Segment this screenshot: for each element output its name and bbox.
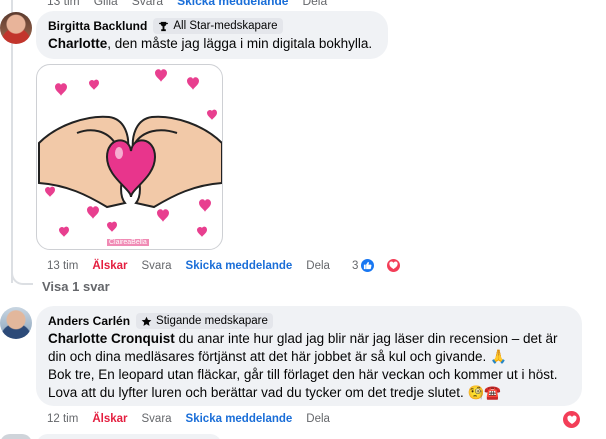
- small-heart: [87, 206, 99, 219]
- previous-reply-link[interactable]: Svara: [132, 0, 163, 8]
- reply-link[interactable]: Svara: [142, 260, 172, 272]
- badge-label: Stigande medskapare: [156, 315, 268, 327]
- comment-body: , den måste jag lägga i min digitala bok…: [107, 36, 373, 51]
- previous-like-link[interactable]: Gilla: [94, 0, 118, 8]
- small-heart: [45, 186, 55, 197]
- comment-text: Charlotte Cronquist du anar inte hur gla…: [48, 330, 570, 402]
- previous-comment-actions: 13 tim Gilla Svara Skicka meddelande Del…: [47, 0, 327, 8]
- comment-actions: 13 tim Älskar Svara Skicka meddelande De…: [47, 258, 429, 273]
- send-message-link[interactable]: Skicka meddelande: [186, 413, 293, 425]
- show-replies-link[interactable]: Visa 1 svar: [42, 279, 110, 294]
- comment-sticker-image[interactable]: ClaireaBella: [36, 64, 223, 250]
- comment-text: Charlotte, den måste jag lägga i min dig…: [48, 35, 376, 53]
- contributor-badge[interactable]: Stigande medskapare: [136, 313, 273, 329]
- previous-share-link[interactable]: Skicka meddelande: [177, 0, 288, 8]
- mention-link[interactable]: Charlotte Cronquist: [48, 331, 175, 346]
- reply-link[interactable]: Svara: [142, 413, 172, 425]
- trophy-icon: [159, 21, 169, 31]
- love-reaction-icon[interactable]: [563, 411, 580, 428]
- small-heart: [207, 109, 217, 120]
- love-link[interactable]: Älskar: [92, 413, 127, 425]
- avatar-anders[interactable]: [0, 307, 32, 339]
- star-icon: [141, 316, 152, 326]
- heart-hands-image: [38, 69, 222, 237]
- previous-delete-link[interactable]: Dela: [302, 0, 327, 8]
- mention-link[interactable]: Charlotte: [48, 36, 107, 51]
- next-comment-bubble: [36, 434, 222, 439]
- comment-author[interactable]: Birgitta Backlund: [48, 19, 147, 33]
- comment-actions: 12 tim Älskar Svara Skicka meddelande De…: [47, 413, 344, 425]
- love-link[interactable]: Älskar: [92, 260, 127, 272]
- image-watermark: ClaireaBella: [107, 239, 149, 246]
- comment-bubble: Anders Carlén Stigande medskapare Charlo…: [36, 306, 582, 406]
- small-heart: [89, 79, 99, 90]
- small-heart: [59, 226, 69, 237]
- small-heart: [55, 83, 67, 96]
- small-heart: [155, 69, 167, 82]
- avatar-birgitta[interactable]: [0, 12, 32, 44]
- small-heart: [107, 221, 117, 232]
- send-message-link[interactable]: Skicka meddelande: [186, 260, 293, 272]
- previous-time[interactable]: 13 tim: [47, 0, 80, 8]
- delete-link[interactable]: Dela: [306, 260, 330, 272]
- badge-label: All Star-medskapare: [173, 20, 278, 32]
- reaction-summary[interactable]: 3: [352, 258, 415, 273]
- comment-body-line2: Bok tre, En leopard utan fläckar, går ti…: [48, 367, 558, 400]
- timestamp[interactable]: 13 tim: [47, 260, 78, 272]
- small-heart: [187, 77, 199, 90]
- thread-connector: [11, 263, 33, 285]
- reaction-count: 3: [351, 259, 359, 272]
- delete-link[interactable]: Dela: [306, 413, 330, 425]
- avatar-next[interactable]: [0, 434, 32, 439]
- contributor-badge[interactable]: All Star-medskapare: [153, 18, 283, 34]
- small-heart: [199, 199, 211, 212]
- small-heart: [197, 226, 207, 237]
- like-reaction-icon: [360, 258, 376, 273]
- timestamp[interactable]: 12 tim: [47, 413, 78, 425]
- small-heart: [157, 209, 169, 222]
- love-reaction-icon: [386, 258, 402, 273]
- comment-bubble: Birgitta Backlund All Star-medskapare Ch…: [36, 11, 388, 59]
- comment-author[interactable]: Anders Carlén: [48, 314, 130, 328]
